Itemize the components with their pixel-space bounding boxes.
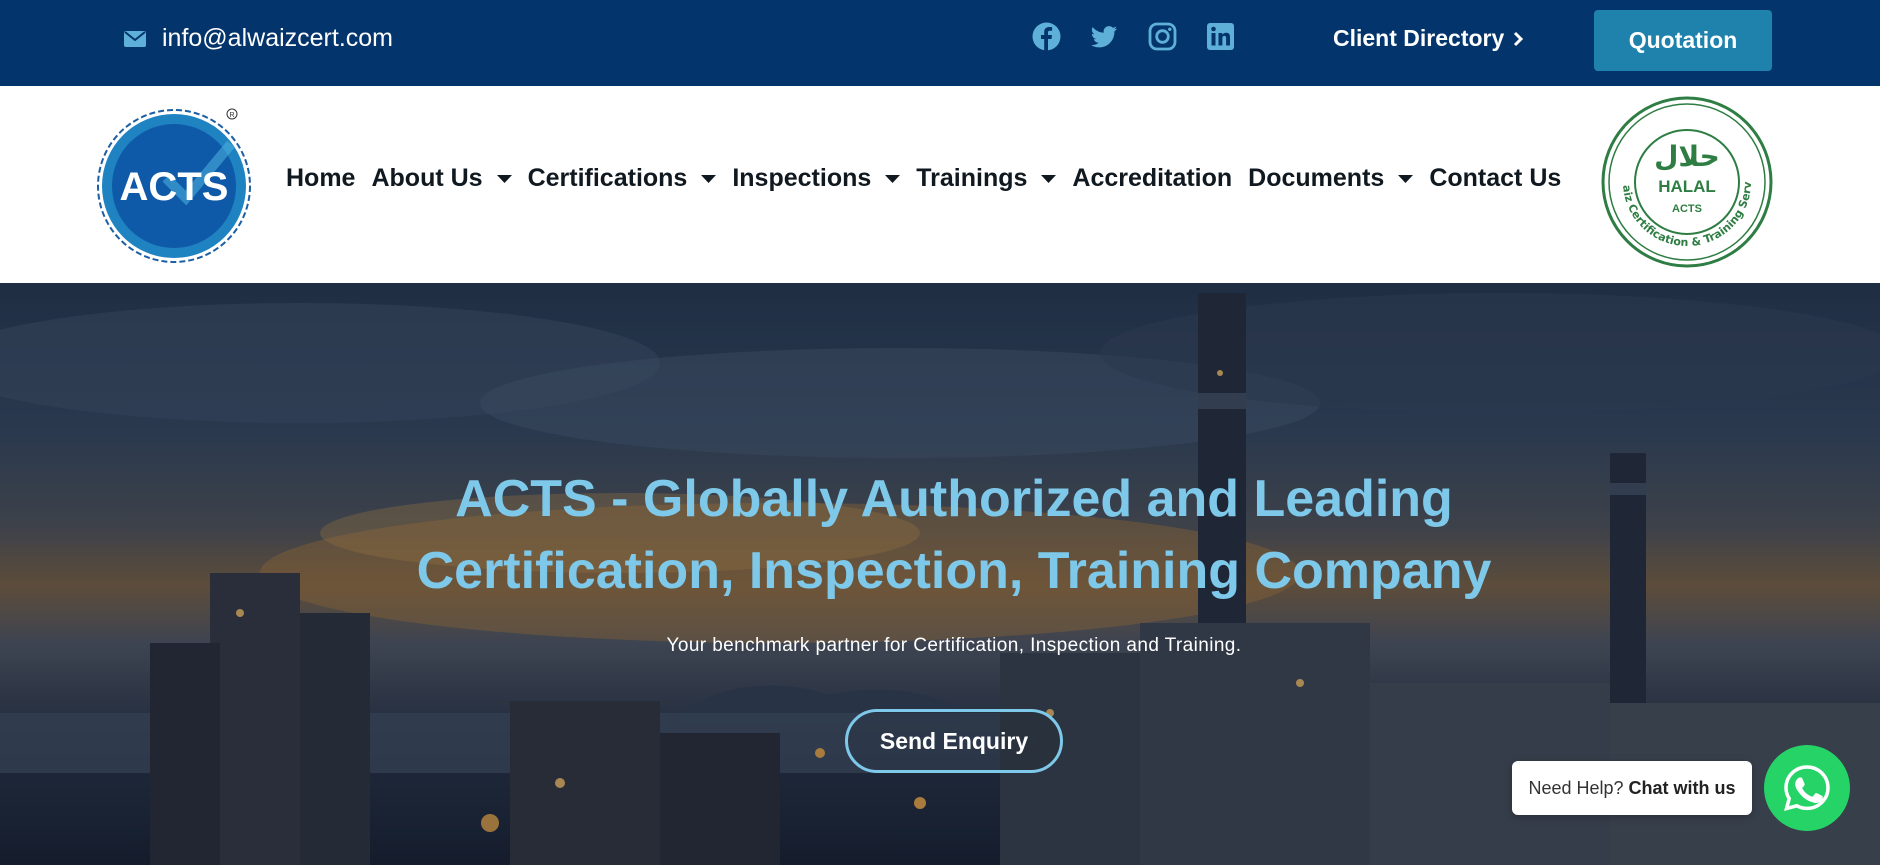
nav-accreditation[interactable]: Accreditation (1072, 164, 1232, 193)
whatsapp-icon (1784, 765, 1830, 811)
send-enquiry-label: Send Enquiry (879, 727, 1029, 754)
acts-logo[interactable]: ACTS R (96, 104, 256, 264)
nav-contact-us[interactable]: Contact Us (1429, 164, 1561, 193)
nav-inspections[interactable]: Inspections (732, 164, 901, 193)
top-bar: info@alwaizcert.com Client Directory Quo… (0, 0, 1880, 86)
nav-label: Contact Us (1429, 164, 1562, 192)
whatsapp-button[interactable] (1764, 745, 1850, 831)
hero-title: ACTS - Globally Authorized and Leading C… (0, 463, 1880, 607)
linkedin-icon[interactable] (1206, 22, 1235, 51)
halal-word: HALAL (1658, 177, 1716, 196)
nav-home[interactable]: Home (286, 164, 355, 193)
social-links (1032, 22, 1235, 51)
main-header: ACTS R Home About Us Certifications Insp… (0, 86, 1880, 283)
send-enquiry-button[interactable]: Send Enquiry (845, 709, 1063, 773)
client-directory-link[interactable]: Client Directory (1333, 25, 1524, 52)
chat-prefix: Need Help? (1528, 777, 1624, 798)
nav-trainings[interactable]: Trainings (916, 164, 1057, 193)
hero-subtitle: Your benchmark partner for Certification… (666, 635, 1242, 656)
halal-logo: Al-Waiz Certification & Training Service… (1601, 96, 1773, 268)
twitter-icon[interactable] (1090, 22, 1119, 51)
nav-label: Accreditation (1072, 164, 1233, 192)
envelope-icon (124, 30, 146, 47)
quotation-label: Quotation (1628, 27, 1738, 53)
halal-brand: ACTS (1672, 203, 1702, 215)
instagram-icon[interactable] (1148, 22, 1177, 51)
svg-text:R: R (229, 112, 234, 119)
nav-certifications[interactable]: Certifications (528, 164, 717, 193)
nav-label: Inspections (732, 164, 872, 192)
chevron-right-icon (1514, 31, 1524, 46)
email-text: info@alwaizcert.com (162, 24, 394, 52)
quotation-button[interactable]: Quotation (1594, 10, 1772, 71)
chat-strong: Chat with us (1628, 777, 1736, 798)
caret-down-icon (1398, 174, 1414, 183)
hero-title-line2: Certification, Inspection, Training Comp… (416, 542, 1492, 600)
facebook-icon[interactable] (1032, 22, 1061, 51)
caret-down-icon (1041, 174, 1057, 183)
hero-title-line1: ACTS - Globally Authorized and Leading (455, 470, 1453, 528)
halal-arabic: حلال (1654, 140, 1720, 173)
nav-documents[interactable]: Documents (1248, 164, 1414, 193)
nav-label: Documents (1248, 164, 1385, 192)
caret-down-icon (496, 174, 512, 183)
logo-text: ACTS (120, 165, 229, 209)
caret-down-icon (885, 174, 901, 183)
nav-about-us[interactable]: About Us (371, 164, 512, 193)
nav-label: Home (286, 164, 356, 192)
email-link[interactable]: info@alwaizcert.com (124, 24, 393, 53)
main-nav: Home About Us Certifications Inspections… (286, 164, 1577, 193)
nav-label: Trainings (916, 164, 1028, 192)
nav-label: Certifications (527, 164, 688, 192)
chat-prompt-bubble[interactable]: Need Help? Chat with us (1512, 761, 1752, 815)
client-directory-label: Client Directory (1333, 25, 1505, 51)
caret-down-icon (701, 174, 717, 183)
nav-label: About Us (371, 164, 483, 192)
